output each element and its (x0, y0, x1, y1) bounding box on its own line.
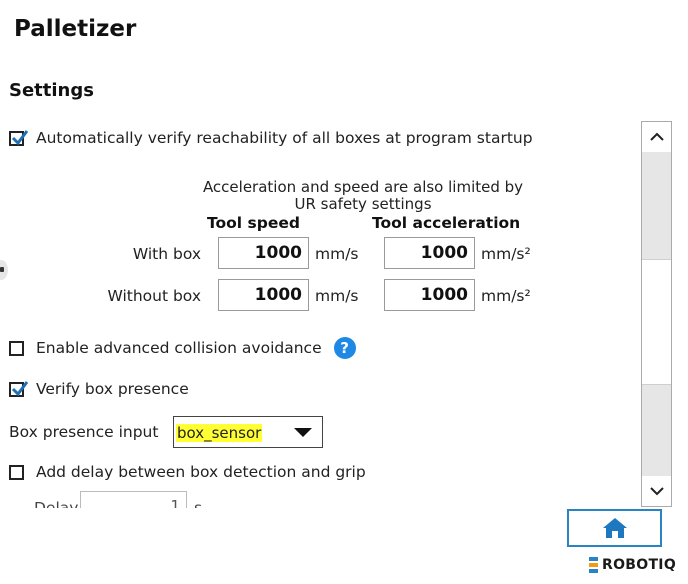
settings-section-title: Settings (9, 80, 94, 101)
tool-acceleration-header: Tool acceleration (372, 214, 521, 232)
verify-reachability-label: Automatically verify reachability of all… (36, 129, 533, 147)
with-box-acceleration-input[interactable]: 1000 (384, 237, 475, 269)
verify-box-presence-checkbox[interactable] (9, 380, 29, 397)
robotiq-mark-icon (589, 557, 598, 573)
without-box-acceleration-input[interactable]: 1000 (384, 279, 475, 311)
with-box-acceleration-unit: mm/s² (481, 245, 531, 263)
checkmark-icon (11, 380, 29, 396)
settings-scroll-area: Automatically verify reachability of all… (0, 118, 636, 508)
caret-down-icon (294, 428, 312, 437)
home-button[interactable] (567, 509, 662, 547)
home-icon (602, 518, 627, 538)
collision-avoidance-label: Enable advanced collision avoidance (36, 339, 322, 357)
add-delay-row[interactable]: Add delay between box detection and grip (9, 463, 366, 481)
box-presence-input-label: Box presence input (9, 423, 159, 441)
chevron-down-icon (649, 487, 664, 496)
verify-box-presence-label: Verify box presence (36, 380, 189, 398)
without-box-speed-unit: mm/s (315, 287, 359, 305)
without-box-acceleration-unit: mm/s² (481, 287, 531, 305)
question-circle-icon[interactable]: ? (333, 337, 356, 359)
limits-note: Acceleration and speed are also limited … (188, 179, 538, 213)
collision-avoidance-checkbox[interactable] (9, 340, 24, 356)
tool-speed-header: Tool speed (207, 214, 300, 232)
scrollbar-thumb[interactable] (642, 259, 671, 385)
delay-label: Delay (34, 499, 79, 508)
robotiq-logo: ROBOTIQ (588, 556, 676, 574)
box-presence-input-value: box_sensor (176, 424, 263, 442)
brand-name: ROBOTIQ (602, 557, 677, 573)
with-box-speed-unit: mm/s (315, 245, 359, 263)
verify-box-presence-row[interactable]: Verify box presence (9, 380, 189, 398)
scroll-up-button[interactable] (642, 122, 671, 152)
without-box-speed-input[interactable]: 1000 (218, 279, 309, 311)
verify-reachability-checkbox[interactable] (9, 129, 29, 146)
box-presence-input-select[interactable]: box_sensor (173, 416, 323, 448)
chevron-up-icon (649, 132, 664, 141)
page-title: Palletizer (14, 16, 137, 42)
add-delay-checkbox[interactable] (9, 464, 24, 480)
add-delay-label: Add delay between box detection and grip (36, 463, 366, 481)
limits-note-line1: Acceleration and speed are also limited … (202, 178, 524, 196)
collision-avoidance-row[interactable]: Enable advanced collision avoidance ? (9, 337, 356, 359)
delay-input[interactable]: 1 (80, 491, 187, 508)
vertical-scrollbar[interactable] (641, 121, 672, 507)
with-box-speed-input[interactable]: 1000 (218, 237, 309, 269)
without-box-label: Without box (107, 287, 201, 305)
limits-note-line2: UR safety settings (294, 195, 432, 213)
checkmark-icon (11, 129, 29, 145)
with-box-label: With box (132, 245, 201, 263)
delay-unit: s (194, 499, 203, 508)
scroll-down-button[interactable] (642, 476, 671, 506)
verify-reachability-row[interactable]: Automatically verify reachability of all… (9, 129, 533, 147)
